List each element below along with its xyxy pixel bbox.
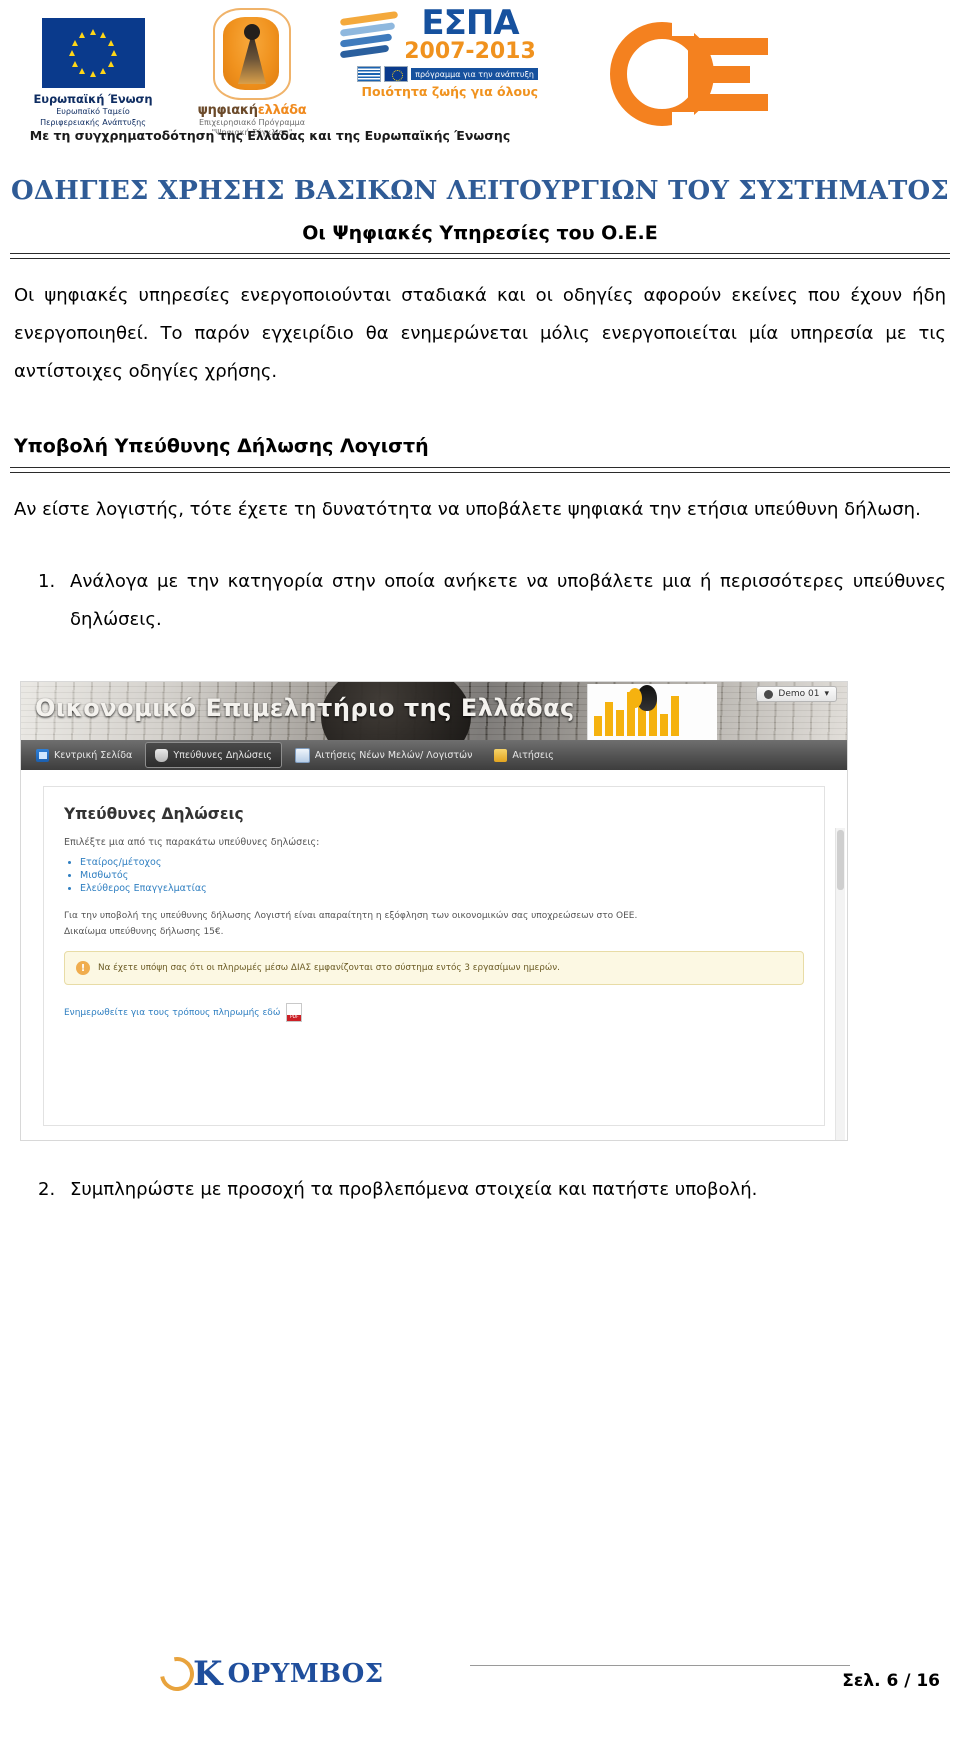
panel-note: Για την υποβολή της υπεύθυνης δήλωσης Λο…	[64, 911, 638, 921]
app-banner: Οικονομικό Επιμελητήριο της Ελλάδας Demo…	[21, 682, 847, 740]
intro-paragraph: Οι ψηφιακές υπηρεσίες ενεργοποιούνται στ…	[14, 285, 946, 382]
link-employee[interactable]: Μισθωτός	[80, 870, 128, 881]
step-number: 1.	[38, 571, 56, 592]
panel-heading: Υπεύθυνες Δηλώσεις	[64, 805, 244, 823]
step-text: Ανάλογα με την κατηγορία στην οποία ανήκ…	[70, 571, 946, 630]
espa-subtitle: Ποιότητα ζωής για όλους	[361, 84, 538, 99]
alert-text: Να έχετε υπόψη σας ότι οι πληρωμές μέσω …	[98, 963, 560, 973]
nav-item-new-members[interactable]: Αιτήσεις Νέων Μελών/ Λογιστών	[286, 743, 482, 767]
warning-icon: !	[76, 961, 90, 975]
embedded-screenshot: Οικονομικό Επιμελητήριο της Ελλάδας Demo…	[20, 681, 848, 1141]
declaration-links: Εταίρος/μέτοχος Μισθωτός Ελεύθερος Επαγγ…	[80, 856, 804, 895]
panel-lead: Επιλέξτε μια από τις παρακάτω υπεύθυνες …	[64, 837, 320, 848]
user-icon	[764, 689, 774, 699]
dg-word-a: ψηφιακή	[197, 103, 258, 118]
section-paragraph: Αν είστε λογιστής, τότε έχετε τη δυνατότ…	[14, 499, 921, 520]
nav-label: Υπεύθυνες Δηλώσεις	[173, 749, 272, 761]
eu-logo-line3: Περιφερειακής Ανάπτυξης	[40, 118, 146, 127]
list-item[interactable]: Ελεύθερος Επαγγελματίας	[80, 882, 804, 895]
app-nav: Κεντρική Σελίδα Υπεύθυνες Δηλώσεις Αιτήσ…	[21, 740, 847, 770]
section-divider	[10, 467, 950, 473]
logo-strip: Ευρωπαϊκή Ένωση Ευρωπαϊκό Ταμείο Περιφερ…	[0, 0, 960, 160]
app-body: Υπεύθυνες Δηλώσεις Επιλέξτε μια από τις …	[21, 770, 847, 1140]
eu-logo-title: Ευρωπαϊκή Ένωση	[33, 92, 153, 106]
declarations-panel: Υπεύθυνες Δηλώσεις Επιλέξτε μια από τις …	[43, 786, 825, 1126]
panel-note2: Δικαίωμα υπεύθυνης δήλωσης 15€.	[64, 927, 224, 937]
page-number: Σελ. 6 / 16	[842, 1671, 940, 1691]
link-partner[interactable]: Εταίρος/μέτοχος	[80, 857, 161, 868]
payment-info-link[interactable]: Ενημερωθείτε για τους τρόπους πληρωμής ε…	[64, 1008, 280, 1018]
eu-flag-icon	[41, 18, 145, 88]
steps-list-2: 2. Συμπληρώστε με προσοχή τα προβλεπόμεν…	[30, 1171, 946, 1209]
espa-waves-icon	[339, 10, 399, 59]
info-alert: ! Να έχετε υπόψη σας ότι οι πληρωμές μέσ…	[64, 951, 804, 985]
pdf-icon	[286, 1003, 303, 1022]
steps-list: 1. Ανάλογα με την κατηγορία στην οποία α…	[30, 563, 946, 639]
digital-greece-emblem-icon	[213, 8, 291, 100]
korymvos-logo-word: ΟΡΥΜΒΟΣ	[227, 1659, 384, 1689]
document-page: Ευρωπαϊκή Ένωση Ευρωπαϊκό Ταμείο Περιφερ…	[0, 0, 960, 1753]
korymvos-logo: Κ ΟΡΥΜΒΟΣ	[153, 1650, 384, 1698]
home-icon	[36, 748, 49, 762]
card-icon	[294, 747, 310, 763]
eu-logo-line2: Ευρωπαϊκό Ταμείο	[56, 107, 130, 116]
dg-word-b: ελλάδα	[257, 103, 307, 118]
user-label: Demo 01	[778, 689, 820, 699]
list-item: 2. Συμπληρώστε με προσοχή τα προβλεπόμεν…	[30, 1171, 946, 1209]
doc-icon	[494, 748, 508, 762]
nav-item-applications[interactable]: Αιτήσεις	[485, 743, 562, 767]
greek-flag-icon	[357, 66, 382, 82]
nav-label: Αιτήσεις Νέων Μελών/ Λογιστών	[314, 749, 473, 761]
payment-info-row[interactable]: Ενημερωθείτε για τους τρόπους πληρωμής ε…	[64, 1003, 804, 1022]
footer-divider	[470, 1665, 850, 1666]
section-heading: Υποβολή Υπεύθυνης Δήλωσης Λογιστή	[14, 435, 429, 457]
eu-logo: Ευρωπαϊκή Ένωση Ευρωπαϊκό Ταμείο Περιφερ…	[18, 18, 168, 128]
korymvos-logo-letter: Κ	[193, 1654, 223, 1694]
digital-greece-wordmark: ψηφιακήελλάδα	[178, 103, 326, 118]
scrollbar-thumb[interactable]	[837, 830, 844, 890]
title-divider	[10, 253, 950, 259]
list-item[interactable]: Μισθωτός	[80, 869, 804, 882]
espa-wordmark: ΕΣΠΑ	[421, 3, 519, 43]
oee-logo	[600, 14, 820, 144]
chevron-down-icon: ▾	[824, 689, 829, 699]
espa-years: 2007-2013	[404, 39, 536, 64]
step-text: Συμπληρώστε με προσοχή τα προβλεπόμενα σ…	[70, 1179, 758, 1200]
list-item: 1. Ανάλογα με την κατηγορία στην οποία α…	[30, 563, 946, 639]
page-title: ΟΔΗΓΙΕΣ ΧΡΗΣΗΣ ΒΑΣΙΚΩΝ ΛΕΙΤΟΥΡΓΙΩΝ ΤΟΥ Σ…	[10, 176, 949, 206]
espa-logo: ΕΣΠΑ 2007-2013 πρόγραμμα για την ανάπτυξ…	[338, 6, 538, 99]
digital-greece-logo: ψηφιακήελλάδα Επιχειρησιακό Πρόγραμμα "Ψ…	[178, 8, 326, 138]
espa-tag: πρόγραμμα για την ανάπτυξη	[411, 68, 538, 80]
nav-item-declarations[interactable]: Υπεύθυνες Δηλώσεις	[145, 742, 282, 768]
step-number: 2.	[38, 1179, 56, 1200]
page-subtitle: Οι Ψηφιακές Υπηρεσίες του Ο.Ε.Ε	[302, 222, 658, 244]
page-footer: Κ ΟΡΥΜΒΟΣ Σελ. 6 / 16	[0, 1650, 960, 1727]
scrollbar[interactable]	[835, 828, 845, 1140]
app-banner-title: Οικονομικό Επιμελητήριο της Ελλάδας	[35, 694, 575, 722]
nav-item-home[interactable]: Κεντρική Σελίδα	[27, 743, 141, 767]
nav-label: Κεντρική Σελίδα	[54, 749, 133, 761]
eu-mini-flag-icon	[384, 66, 409, 82]
dg-line2: Επιχειρησιακό Πρόγραμμα	[198, 118, 306, 127]
funding-line: Με τη συγχρηματοδότηση της Ελλάδας και τ…	[29, 128, 511, 143]
link-freelancer[interactable]: Ελεύθερος Επαγγελματίας	[80, 883, 207, 894]
oee-mark-icon	[610, 14, 775, 139]
user-badge[interactable]: Demo 01 ▾	[756, 686, 837, 702]
shield-icon	[155, 748, 169, 762]
nav-label: Αιτήσεις	[512, 749, 554, 761]
list-item[interactable]: Εταίρος/μέτοχος	[80, 856, 804, 869]
pin-art	[628, 685, 657, 711]
